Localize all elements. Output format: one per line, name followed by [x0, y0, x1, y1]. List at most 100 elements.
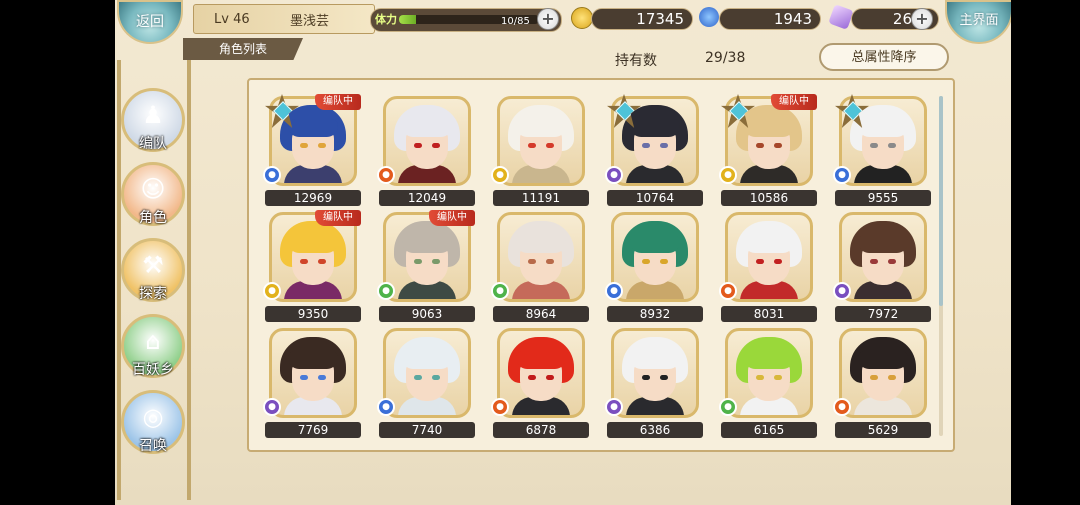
character-card[interactable]: ● 编队中 9063: [377, 210, 475, 324]
cage-decoration: [187, 60, 191, 500]
character-power: 10764: [607, 190, 703, 206]
back-button[interactable]: 返回: [117, 0, 183, 44]
character-eye: [432, 143, 440, 148]
character-power: 7972: [835, 306, 931, 322]
character-eye: [660, 259, 668, 264]
character-fringe: [402, 235, 452, 253]
spirit-amount: 1943: [719, 8, 821, 30]
in-team-badge: 编队中: [315, 94, 361, 110]
home-button[interactable]: 主界面: [945, 0, 1011, 44]
character-power: 9555: [835, 190, 931, 206]
player-profile: Lv 46 墨浅芸: [193, 4, 375, 34]
stamina-label: 体力: [375, 13, 397, 26]
character-power: 10586: [721, 190, 817, 206]
side-menu-item-4[interactable]: ◎ 召唤: [121, 390, 185, 454]
character-eye: [642, 259, 650, 264]
fire-element-icon: ●: [491, 398, 509, 416]
stamina-bar: 体力 10/85: [370, 8, 562, 32]
side-menu-label: 百妖乡: [132, 362, 174, 378]
character-power: 9350: [265, 306, 361, 322]
character-eye: [528, 143, 536, 148]
side-menu-icon: ♟: [142, 101, 164, 129]
character-eye: [888, 259, 896, 264]
character-eye: [432, 375, 440, 380]
character-portrait: [611, 328, 699, 418]
character-power: 12969: [265, 190, 361, 206]
owned-count-label: 持有数: [615, 53, 657, 69]
fire-element-icon: ●: [719, 282, 737, 300]
sort-button[interactable]: 总属性降序: [819, 43, 949, 71]
character-fringe: [744, 351, 794, 369]
character-card[interactable]: ● 编队中 12969: [263, 94, 361, 208]
side-menu-item-0[interactable]: ♟ 编队: [121, 88, 185, 152]
fire-element-icon: ●: [377, 166, 395, 184]
character-card[interactable]: ● 12049: [377, 96, 475, 208]
game-screen: 返回 Lv 46 墨浅芸 体力 10/85 + 17345 1943 26 + …: [115, 0, 1011, 505]
character-card[interactable]: ● 6165: [719, 328, 817, 440]
character-portrait: [497, 212, 585, 302]
side-menu-label: 召唤: [139, 438, 167, 454]
scrollbar[interactable]: [939, 96, 943, 436]
stamina-fill: [399, 15, 416, 24]
character-fringe: [630, 119, 680, 137]
character-eye: [528, 375, 536, 380]
character-eye: [546, 143, 554, 148]
character-card[interactable]: ● 11191: [491, 96, 589, 208]
character-portrait: [725, 328, 813, 418]
character-card[interactable]: ● 编队中 9350: [263, 210, 361, 324]
character-eye: [774, 375, 782, 380]
side-menu-item-2[interactable]: ⚒ 探索: [121, 238, 185, 302]
character-card[interactable]: ● 9555: [833, 94, 931, 208]
character-eye: [888, 375, 896, 380]
character-eye: [756, 143, 764, 148]
wind-element-icon: ●: [491, 282, 509, 300]
character-card[interactable]: ● 5629: [833, 328, 931, 440]
character-portrait: [611, 212, 699, 302]
character-card[interactable]: ● 7972: [833, 212, 931, 324]
dark-element-icon: ●: [605, 166, 623, 184]
character-card[interactable]: ● 6878: [491, 328, 589, 440]
in-team-badge: 编队中: [429, 210, 475, 226]
character-eye: [318, 259, 326, 264]
character-fringe: [402, 351, 452, 369]
character-power: 5629: [835, 422, 931, 438]
wind-element-icon: ●: [719, 398, 737, 416]
scrollbar-thumb[interactable]: [939, 96, 943, 306]
character-card[interactable]: ● 10764: [605, 94, 703, 208]
character-power: 6165: [721, 422, 817, 438]
character-fringe: [516, 351, 566, 369]
character-power: 7740: [379, 422, 475, 438]
side-menu-label: 探索: [139, 286, 167, 302]
character-card[interactable]: ● 6386: [605, 328, 703, 440]
water-element-icon: ●: [377, 398, 395, 416]
character-grid-panel: ● 编队中 12969 ● 12049 ● 11191 ● 10764 ● 编队中 10586 ● 955…: [247, 78, 955, 452]
character-fringe: [288, 351, 338, 369]
character-power: 6386: [607, 422, 703, 438]
in-team-badge: 编队中: [315, 210, 361, 226]
tab-character-list[interactable]: 角色列表: [183, 38, 303, 60]
character-fringe: [744, 235, 794, 253]
character-card[interactable]: ● 8031: [719, 212, 817, 324]
home-label: 主界面: [959, 13, 999, 28]
character-eye: [414, 375, 422, 380]
side-menu-item-1[interactable]: ☺ 角色: [121, 162, 185, 226]
character-card[interactable]: ● 8932: [605, 212, 703, 324]
character-card[interactable]: ● 7769: [263, 328, 361, 440]
character-fringe: [288, 235, 338, 253]
light-element-icon: ●: [263, 282, 281, 300]
add-crystal-button[interactable]: +: [911, 8, 933, 30]
character-eye: [414, 143, 422, 148]
side-menu-item-3[interactable]: ⌂ 百妖乡: [121, 314, 185, 378]
light-element-icon: ●: [719, 166, 737, 184]
character-eye: [660, 375, 668, 380]
crystal-icon: [828, 4, 854, 30]
character-power: 8031: [721, 306, 817, 322]
add-stamina-button[interactable]: +: [537, 8, 559, 30]
character-power: 6878: [493, 422, 589, 438]
character-card[interactable]: ● 编队中 10586: [719, 94, 817, 208]
character-eye: [528, 259, 536, 264]
character-card[interactable]: ● 8964: [491, 212, 589, 324]
character-card[interactable]: ● 7740: [377, 328, 475, 440]
character-eye: [774, 259, 782, 264]
character-portrait: [725, 212, 813, 302]
